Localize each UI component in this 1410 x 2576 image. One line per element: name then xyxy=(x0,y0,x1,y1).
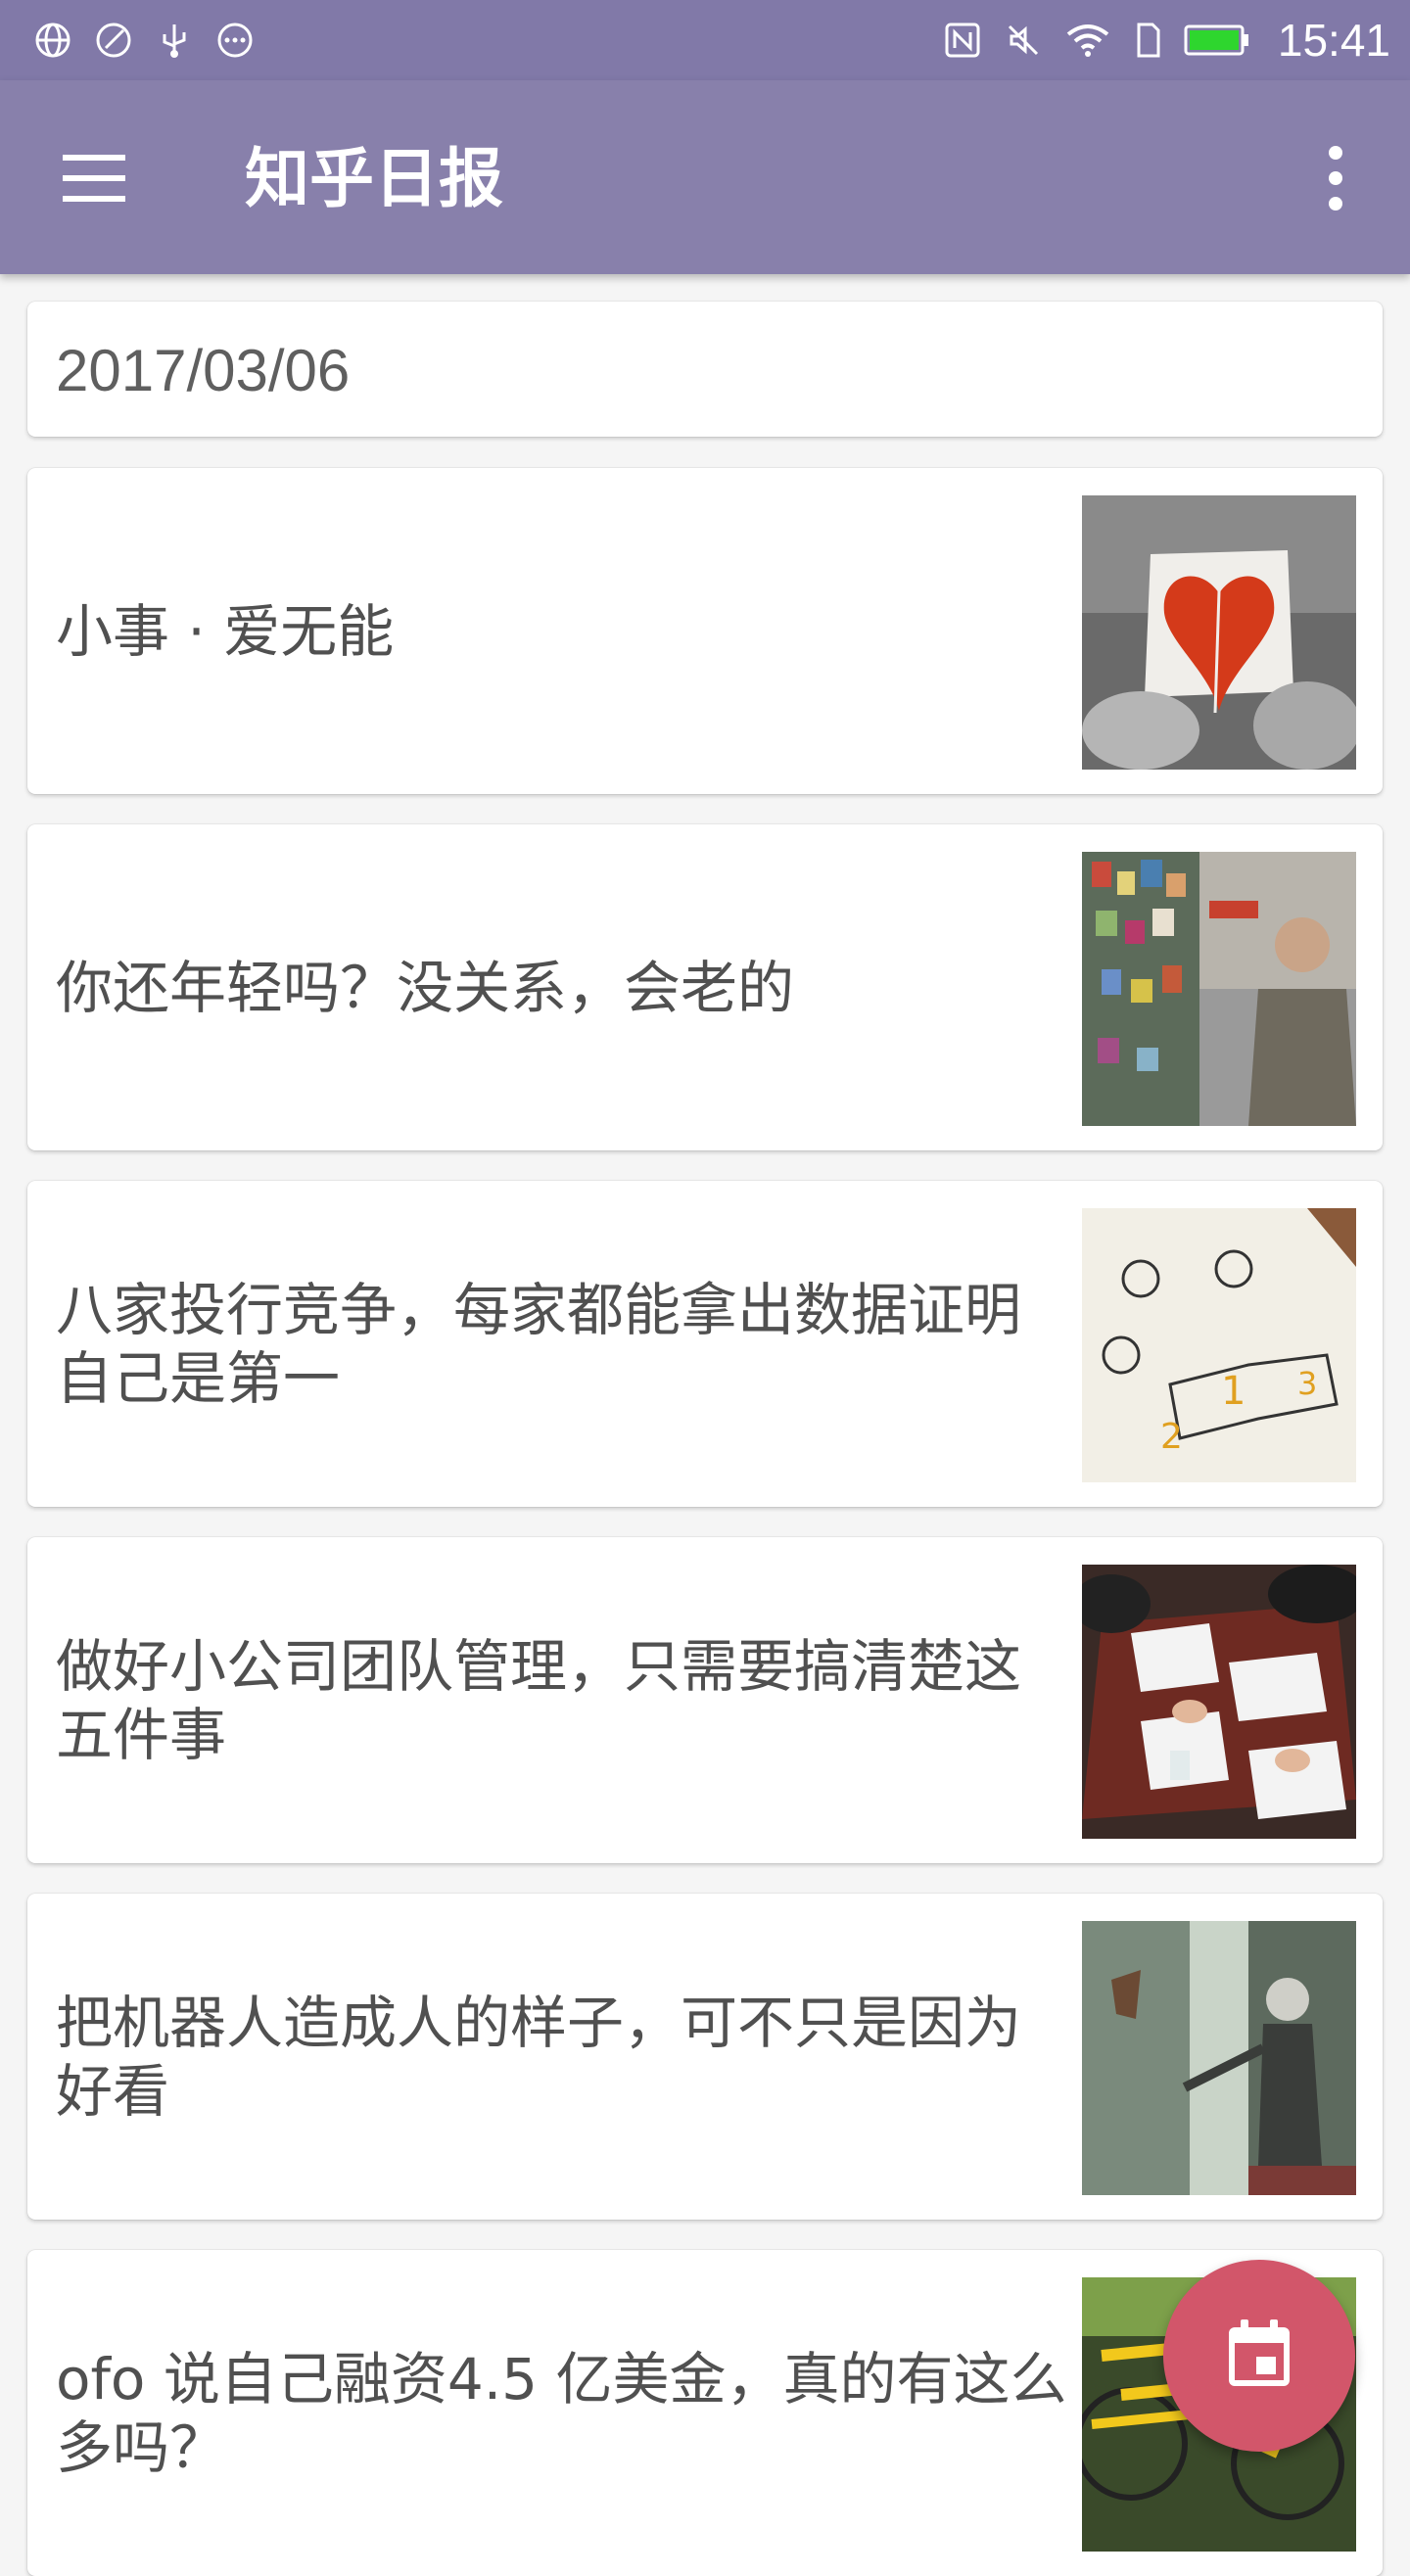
status-bar-left-icons xyxy=(33,0,255,80)
story-title: 八家投行竞争，每家都能拿出数据证明自己是第一 xyxy=(56,1276,1022,1412)
story-title: ofo 说自己融资4.5 亿美金，真的有这么多吗？ xyxy=(56,2345,1067,2481)
calendar-fab-button[interactable] xyxy=(1163,2260,1355,2452)
status-bar-right-icons: 15:41 xyxy=(943,0,1390,80)
usb-icon xyxy=(155,21,194,60)
story-card[interactable]: 你还年轻吗？没关系，会老的 xyxy=(27,824,1383,1150)
nfc-icon xyxy=(943,21,982,60)
humanoid-robot-image xyxy=(1082,1921,1356,2195)
app-title: 知乎日报 xyxy=(245,141,503,216)
meeting-table-image xyxy=(1082,1565,1356,1839)
story-title: 做好小公司团队管理，只需要搞清楚这五件事 xyxy=(56,1632,1022,1768)
broken-heart-paper-image xyxy=(1082,495,1356,770)
svg-text:3: 3 xyxy=(1297,1365,1317,1402)
more-notifications-icon xyxy=(215,21,255,60)
status-bar: 15:41 xyxy=(0,0,1410,80)
more-options-icon[interactable] xyxy=(1318,139,1353,217)
calendar-icon xyxy=(1225,2318,1293,2394)
mute-icon xyxy=(1004,21,1043,60)
date-header-card: 2017/03/06 xyxy=(27,302,1383,437)
story-title: 把机器人造成人的样子，可不只是因为好看 xyxy=(56,1989,1022,2125)
story-title: 小事 · 爱无能 xyxy=(56,597,395,665)
no-disturb-icon xyxy=(94,21,133,60)
hamburger-menu-icon[interactable] xyxy=(61,151,129,206)
wifi-icon xyxy=(1064,21,1111,60)
story-card[interactable]: 八家投行竞争，每家都能拿出数据证明自己是第一 1 2 3 xyxy=(27,1181,1383,1507)
app-bar: 知乎日报 xyxy=(0,80,1410,274)
story-title: 你还年轻吗？没关系，会老的 xyxy=(56,954,795,1021)
podium-sketch-image: 1 2 3 xyxy=(1082,1208,1356,1482)
clock: 15:41 xyxy=(1277,15,1390,66)
old-man-street-image xyxy=(1082,852,1356,1126)
globe-icon xyxy=(33,21,72,60)
battery-icon xyxy=(1184,21,1250,60)
date-header: 2017/03/06 xyxy=(56,338,351,403)
story-card[interactable]: 做好小公司团队管理，只需要搞清楚这五件事 xyxy=(27,1537,1383,1863)
story-card[interactable]: 小事 · 爱无能 xyxy=(27,468,1383,794)
story-card[interactable]: ofo 说自己融资4.5 亿美金，真的有这么多吗？ xyxy=(27,2250,1383,2576)
svg-text:1: 1 xyxy=(1221,1369,1246,1414)
sim-icon xyxy=(1133,21,1162,60)
svg-text:2: 2 xyxy=(1160,1417,1183,1457)
story-card[interactable]: 把机器人造成人的样子，可不只是因为好看 xyxy=(27,1894,1383,2220)
